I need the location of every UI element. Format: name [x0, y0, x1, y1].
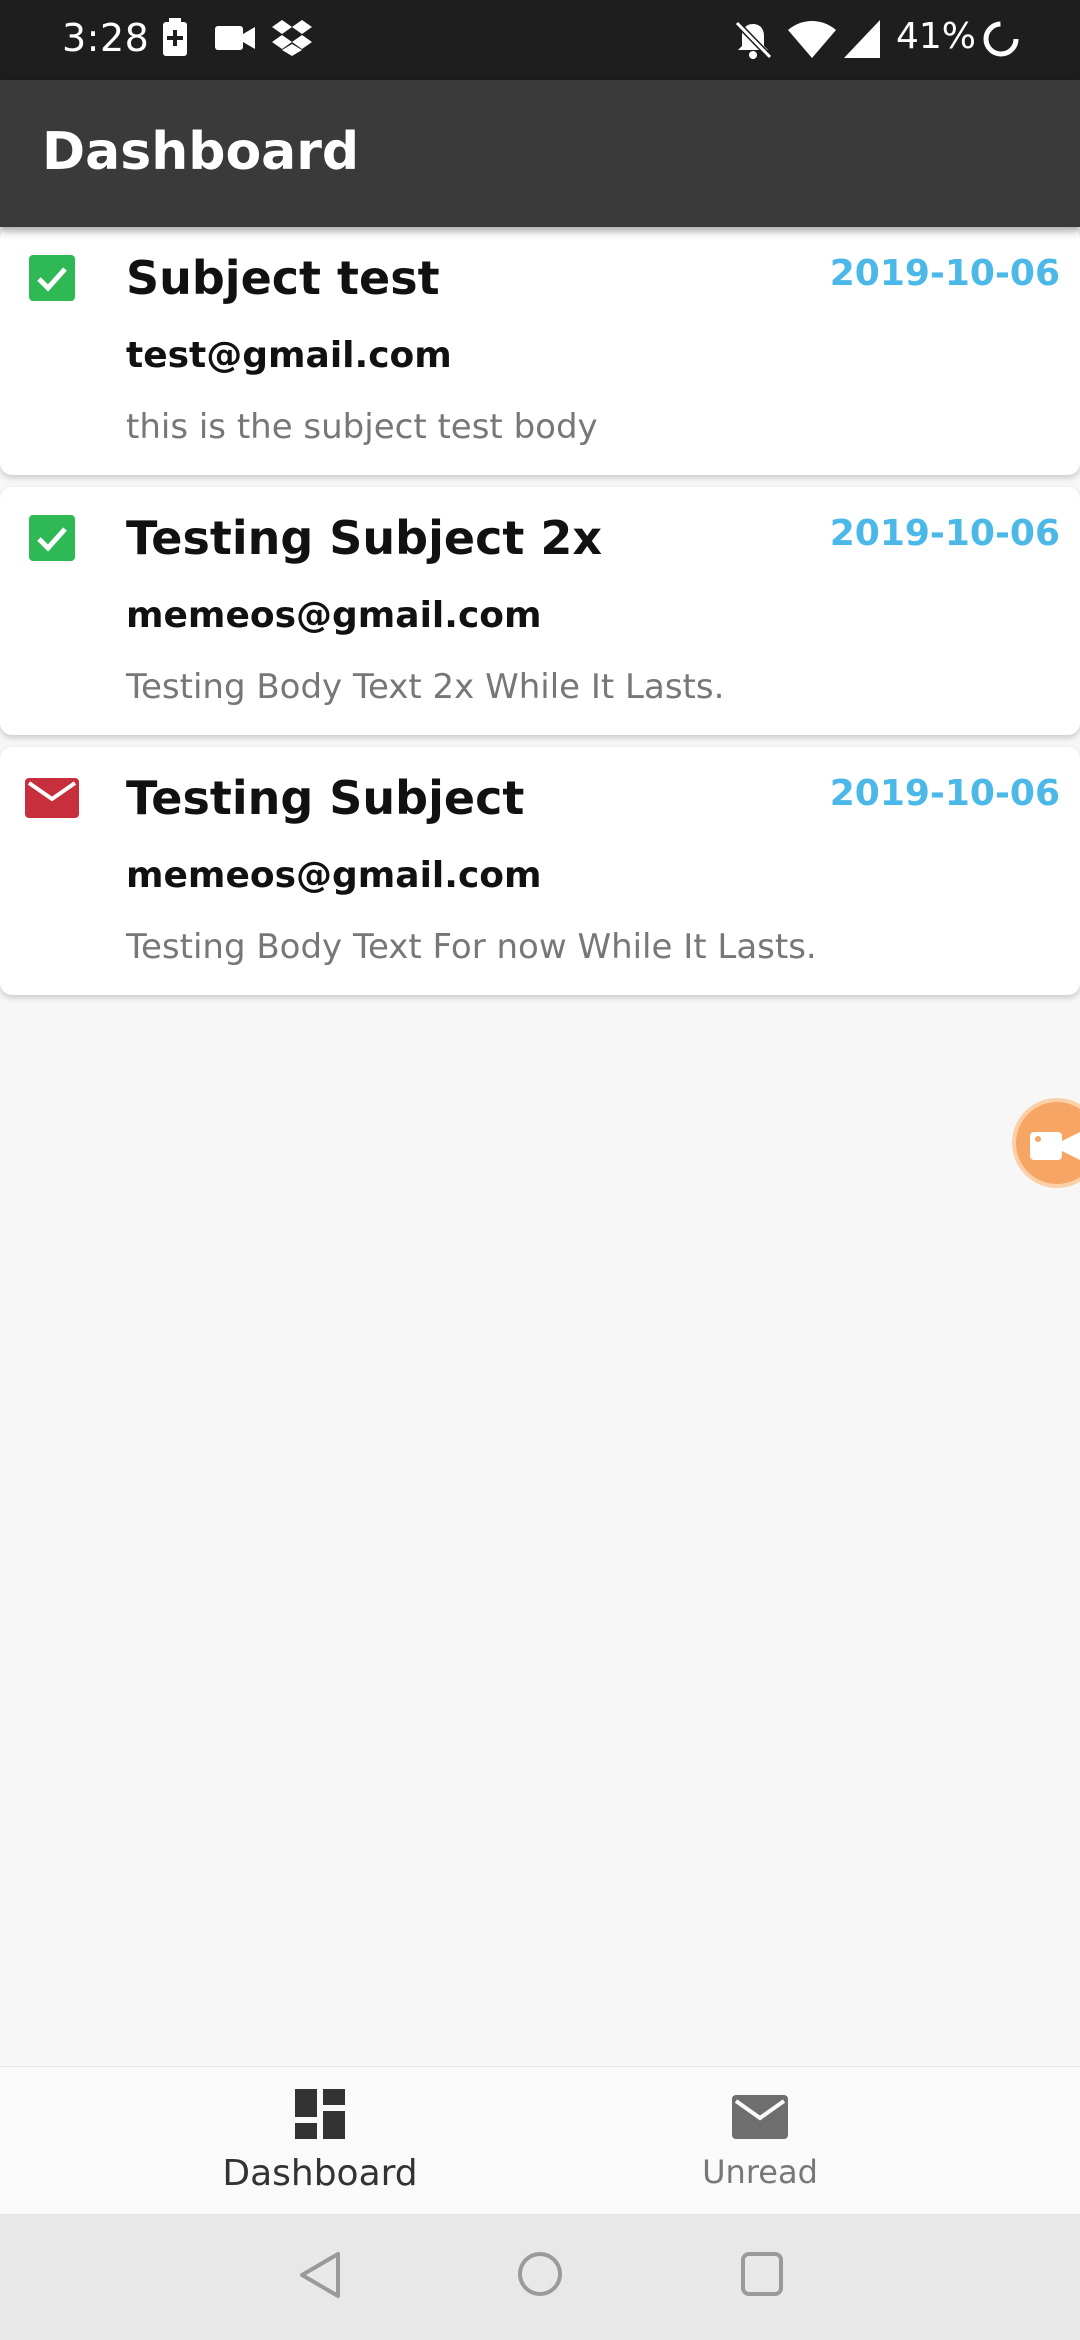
dashboard-icon: [295, 2089, 345, 2143]
message-card[interactable]: Testing Subject 2019-10-06 memeos@gmail.…: [0, 747, 1080, 995]
battery-charging-icon: [162, 18, 188, 62]
mail-icon[interactable]: [24, 777, 79, 827]
message-body: Testing Body Text For now While It Lasts…: [126, 927, 817, 967]
check-box-icon[interactable]: [27, 513, 77, 563]
wifi-icon: [786, 20, 838, 64]
home-icon[interactable]: [516, 2250, 564, 2302]
video-icon: [1030, 1130, 1080, 1166]
status-time: 3:28: [62, 16, 150, 60]
message-sender: test@gmail.com: [126, 335, 452, 376]
message-sender: memeos@gmail.com: [126, 855, 542, 896]
dropbox-icon: [272, 20, 312, 60]
nav-label-unread: Unread: [702, 2153, 818, 2191]
bottom-navigation: Dashboard Unread: [0, 2066, 1080, 2214]
message-sender: memeos@gmail.com: [126, 595, 542, 636]
video-icon: [215, 24, 255, 56]
check-box-icon[interactable]: [27, 253, 77, 303]
status-bar: 3:28 41%: [0, 0, 1080, 80]
system-navigation-bar: [0, 2214, 1080, 2340]
loading-icon: [982, 20, 1020, 62]
message-card[interactable]: Subject test 2019-10-06 test@gmail.com t…: [0, 227, 1080, 475]
message-card[interactable]: Testing Subject 2x 2019-10-06 memeos@gma…: [0, 487, 1080, 735]
app-bar: Dashboard: [0, 80, 1080, 227]
message-date: 2019-10-06: [829, 253, 1060, 294]
message-body: Testing Body Text 2x While It Lasts.: [126, 667, 725, 707]
screen-recorder-bubble[interactable]: [1012, 1098, 1080, 1188]
message-date: 2019-10-06: [829, 773, 1060, 814]
nav-item-unread[interactable]: Unread: [490, 2067, 1030, 2215]
mail-icon: [732, 2095, 788, 2143]
message-date: 2019-10-06: [829, 513, 1060, 554]
signal-icon: [844, 20, 880, 62]
message-subject: Subject test: [126, 251, 440, 305]
recent-apps-icon[interactable]: [740, 2250, 784, 2302]
battery-percent: 41%: [896, 16, 977, 57]
message-body: this is the subject test body: [126, 407, 598, 447]
page-title: Dashboard: [42, 122, 360, 182]
back-icon[interactable]: [298, 2250, 342, 2304]
screen: 3:28 41% Dashboard Subject test 2019-10-…: [0, 0, 1080, 2340]
message-subject: Testing Subject: [126, 771, 525, 825]
notifications-off-icon: [734, 20, 773, 64]
message-subject: Testing Subject 2x: [126, 511, 603, 565]
